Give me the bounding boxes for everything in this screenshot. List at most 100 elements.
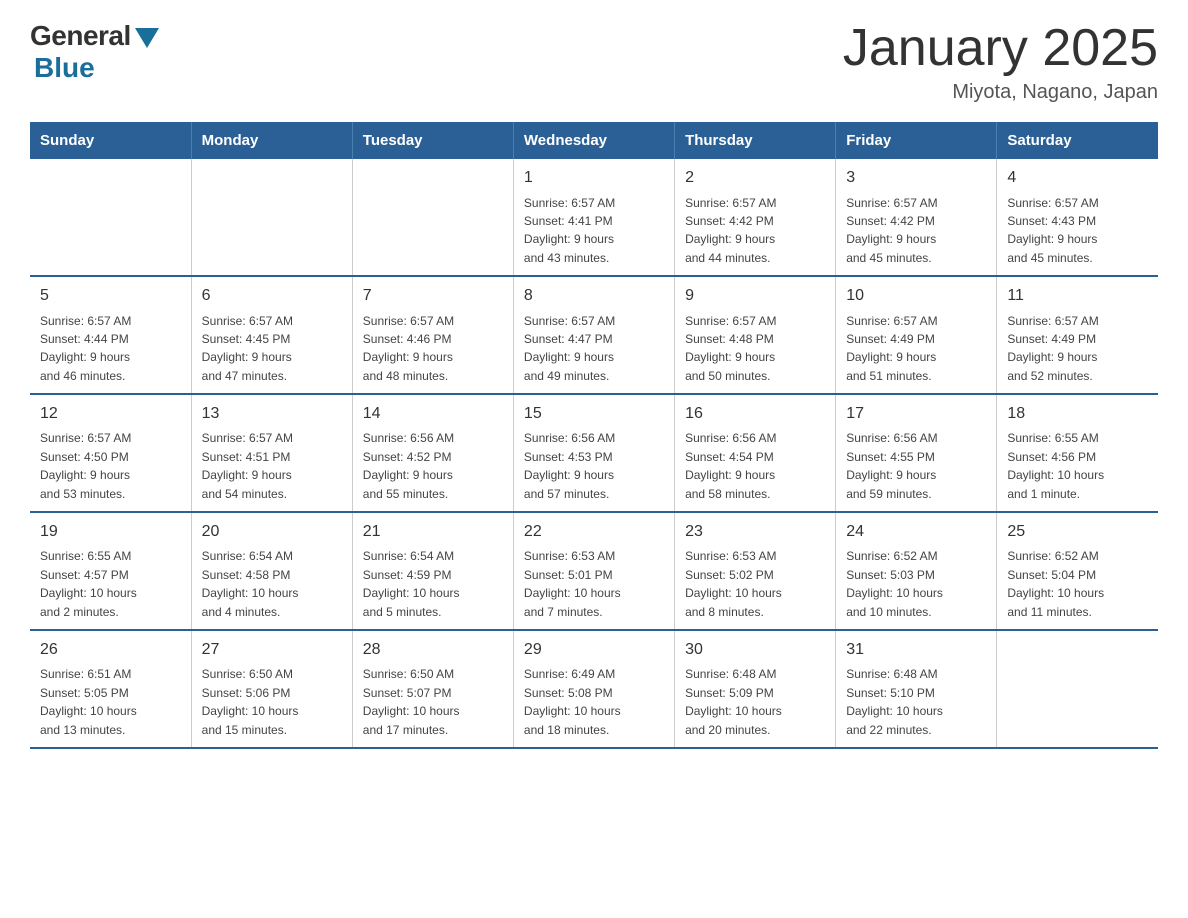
day-number: 4 <box>1007 167 1148 189</box>
day-info: Sunrise: 6:55 AM Sunset: 4:57 PM Dayligh… <box>40 549 137 618</box>
calendar-cell: 27 Sunrise: 6:50 AM Sunset: 5:06 PM Dayli… <box>191 630 352 748</box>
calendar-cell: 26Sunrise: 6:51 AM Sunset: 5:05 PM Dayli… <box>30 630 191 748</box>
calendar-cell: 1 Sunrise: 6:57 AM Sunset: 4:41 PM Daylig… <box>513 159 674 276</box>
calendar-cell: 7Sunrise: 6:57 AM Sunset: 4:46 PM Daylig… <box>352 276 513 394</box>
day-info: Sunrise: 6:54 AM Sunset: 4:59 PM Dayligh… <box>363 549 460 618</box>
day-info: Sunrise: 6:54 AM Sunset: 4:58 PM Dayligh… <box>202 549 299 618</box>
day-number: 24 <box>846 521 986 543</box>
day-number: 6 <box>202 285 342 307</box>
calendar-cell: 19Sunrise: 6:55 AM Sunset: 4:57 PM Dayli… <box>30 512 191 630</box>
calendar-cell <box>997 630 1158 748</box>
calendar-cell: 8 Sunrise: 6:57 AM Sunset: 4:47 PM Daylig… <box>513 276 674 394</box>
day-info: Sunrise: 6:52 AM Sunset: 5:04 PM Dayligh… <box>1007 549 1104 618</box>
calendar-cell: 14 Sunrise: 6:56 AM Sunset: 4:52 PM Dayli… <box>352 394 513 512</box>
day-info: Sunrise: 6:57 AM Sunset: 4:49 PM Dayligh… <box>846 314 937 383</box>
day-number: 5 <box>40 285 181 307</box>
day-info: Sunrise: 6:48 AM Sunset: 5:10 PM Dayligh… <box>846 667 943 736</box>
day-info: Sunrise: 6:56 AM Sunset: 4:55 PM Dayligh… <box>846 431 937 500</box>
calendar-cell: 18 Sunrise: 6:55 AM Sunset: 4:56 PM Dayli… <box>997 394 1158 512</box>
day-number: 20 <box>202 521 342 543</box>
calendar-week-row: 12Sunrise: 6:57 AM Sunset: 4:50 PM Dayli… <box>30 394 1158 512</box>
calendar-cell: 13 Sunrise: 6:57 AM Sunset: 4:51 PM Dayli… <box>191 394 352 512</box>
calendar-cell: 28 Sunrise: 6:50 AM Sunset: 5:07 PM Dayli… <box>352 630 513 748</box>
day-number: 27 <box>202 639 342 661</box>
calendar-cell: 30Sunrise: 6:48 AM Sunset: 5:09 PM Dayli… <box>675 630 836 748</box>
day-info: Sunrise: 6:57 AM Sunset: 4:49 PM Dayligh… <box>1007 314 1098 383</box>
logo-general-text: General <box>30 20 131 52</box>
calendar-cell: 12Sunrise: 6:57 AM Sunset: 4:50 PM Dayli… <box>30 394 191 512</box>
weekday-header-thursday: Thursday <box>675 122 836 159</box>
calendar-cell: 23 Sunrise: 6:53 AM Sunset: 5:02 PM Dayli… <box>675 512 836 630</box>
calendar-cell: 2 Sunrise: 6:57 AM Sunset: 4:42 PM Daylig… <box>675 159 836 276</box>
calendar-cell: 31Sunrise: 6:48 AM Sunset: 5:10 PM Dayli… <box>836 630 997 748</box>
calendar-week-row: 1 Sunrise: 6:57 AM Sunset: 4:41 PM Daylig… <box>30 159 1158 276</box>
calendar-cell <box>30 159 191 276</box>
day-info: Sunrise: 6:50 AM Sunset: 5:07 PM Dayligh… <box>363 667 460 736</box>
day-number: 2 <box>685 167 825 189</box>
weekday-header-monday: Monday <box>191 122 352 159</box>
calendar-cell: 6 Sunrise: 6:57 AM Sunset: 4:45 PM Daylig… <box>191 276 352 394</box>
day-number: 15 <box>524 403 664 425</box>
calendar-cell: 5 Sunrise: 6:57 AM Sunset: 4:44 PM Daylig… <box>30 276 191 394</box>
calendar-week-row: 19Sunrise: 6:55 AM Sunset: 4:57 PM Dayli… <box>30 512 1158 630</box>
weekday-header-saturday: Saturday <box>997 122 1158 159</box>
day-info: Sunrise: 6:57 AM Sunset: 4:45 PM Dayligh… <box>202 314 293 383</box>
day-number: 9 <box>685 285 825 307</box>
day-info: Sunrise: 6:49 AM Sunset: 5:08 PM Dayligh… <box>524 667 621 736</box>
day-info: Sunrise: 6:53 AM Sunset: 5:02 PM Dayligh… <box>685 549 782 618</box>
calendar-cell: 29Sunrise: 6:49 AM Sunset: 5:08 PM Dayli… <box>513 630 674 748</box>
weekday-header-wednesday: Wednesday <box>513 122 674 159</box>
day-info: Sunrise: 6:50 AM Sunset: 5:06 PM Dayligh… <box>202 667 299 736</box>
calendar-cell: 11 Sunrise: 6:57 AM Sunset: 4:49 PM Dayli… <box>997 276 1158 394</box>
day-number: 14 <box>363 403 503 425</box>
day-info: Sunrise: 6:57 AM Sunset: 4:44 PM Dayligh… <box>40 314 131 383</box>
weekday-header-sunday: Sunday <box>30 122 191 159</box>
weekday-header-friday: Friday <box>836 122 997 159</box>
day-number: 11 <box>1007 285 1148 307</box>
day-info: Sunrise: 6:48 AM Sunset: 5:09 PM Dayligh… <box>685 667 782 736</box>
day-info: Sunrise: 6:56 AM Sunset: 4:52 PM Dayligh… <box>363 431 454 500</box>
calendar-cell: 17 Sunrise: 6:56 AM Sunset: 4:55 PM Dayli… <box>836 394 997 512</box>
day-info: Sunrise: 6:53 AM Sunset: 5:01 PM Dayligh… <box>524 549 621 618</box>
page-title: January 2025 <box>843 20 1158 77</box>
day-info: Sunrise: 6:57 AM Sunset: 4:42 PM Dayligh… <box>846 196 937 265</box>
day-info: Sunrise: 6:57 AM Sunset: 4:48 PM Dayligh… <box>685 314 776 383</box>
day-info: Sunrise: 6:57 AM Sunset: 4:42 PM Dayligh… <box>685 196 776 265</box>
location-subtitle: Miyota, Nagano, Japan <box>843 81 1158 104</box>
day-number: 13 <box>202 403 342 425</box>
day-info: Sunrise: 6:57 AM Sunset: 4:51 PM Dayligh… <box>202 431 293 500</box>
day-number: 16 <box>685 403 825 425</box>
day-number: 28 <box>363 639 503 661</box>
calendar-table: SundayMondayTuesdayWednesdayThursdayFrid… <box>30 122 1158 749</box>
day-number: 10 <box>846 285 986 307</box>
day-number: 3 <box>846 167 986 189</box>
calendar-week-row: 26Sunrise: 6:51 AM Sunset: 5:05 PM Dayli… <box>30 630 1158 748</box>
calendar-cell: 25Sunrise: 6:52 AM Sunset: 5:04 PM Dayli… <box>997 512 1158 630</box>
day-info: Sunrise: 6:57 AM Sunset: 4:43 PM Dayligh… <box>1007 196 1098 265</box>
calendar-cell: 15 Sunrise: 6:56 AM Sunset: 4:53 PM Dayli… <box>513 394 674 512</box>
day-number: 18 <box>1007 403 1148 425</box>
logo-arrow-icon <box>135 28 159 48</box>
calendar-cell: 24 Sunrise: 6:52 AM Sunset: 5:03 PM Dayli… <box>836 512 997 630</box>
day-info: Sunrise: 6:57 AM Sunset: 4:41 PM Dayligh… <box>524 196 615 265</box>
calendar-cell: 16 Sunrise: 6:56 AM Sunset: 4:54 PM Dayli… <box>675 394 836 512</box>
day-number: 21 <box>363 521 503 543</box>
day-info: Sunrise: 6:56 AM Sunset: 4:53 PM Dayligh… <box>524 431 615 500</box>
page-header: General Blue January 2025 Miyota, Nagano… <box>30 20 1158 104</box>
calendar-week-row: 5 Sunrise: 6:57 AM Sunset: 4:44 PM Daylig… <box>30 276 1158 394</box>
day-info: Sunrise: 6:52 AM Sunset: 5:03 PM Dayligh… <box>846 549 943 618</box>
logo-blue-text: Blue <box>34 52 95 84</box>
day-info: Sunrise: 6:56 AM Sunset: 4:54 PM Dayligh… <box>685 431 776 500</box>
day-info: Sunrise: 6:55 AM Sunset: 4:56 PM Dayligh… <box>1007 431 1104 500</box>
calendar-cell <box>191 159 352 276</box>
day-number: 7 <box>363 285 503 307</box>
day-number: 8 <box>524 285 664 307</box>
calendar-cell: 20 Sunrise: 6:54 AM Sunset: 4:58 PM Dayli… <box>191 512 352 630</box>
day-number: 17 <box>846 403 986 425</box>
day-info: Sunrise: 6:57 AM Sunset: 4:50 PM Dayligh… <box>40 431 131 500</box>
day-number: 1 <box>524 167 664 189</box>
calendar-cell: 4 Sunrise: 6:57 AM Sunset: 4:43 PM Daylig… <box>997 159 1158 276</box>
day-info: Sunrise: 6:57 AM Sunset: 4:47 PM Dayligh… <box>524 314 615 383</box>
weekday-header-row: SundayMondayTuesdayWednesdayThursdayFrid… <box>30 122 1158 159</box>
day-number: 23 <box>685 521 825 543</box>
